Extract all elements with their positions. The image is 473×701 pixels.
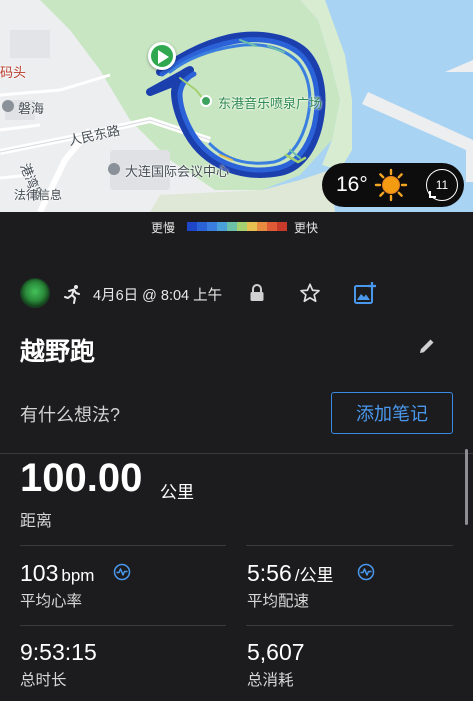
divider [0, 453, 473, 454]
legend-color-segment [277, 222, 287, 231]
pace-legend: 更慢 更快 [0, 212, 473, 244]
start-marker-icon[interactable] [148, 42, 176, 70]
avg-heart-rate-value: 103 bpm [20, 560, 94, 587]
map-label-panhai: 磐海 [18, 101, 45, 116]
divider [246, 545, 453, 546]
poi-icon [2, 100, 14, 112]
map-label-fazhi: 法律信息 [14, 188, 63, 202]
pace-info-icon[interactable] [357, 563, 375, 581]
weather-badge[interactable]: 16° 11 [322, 163, 464, 207]
poi-park-icon [200, 95, 212, 107]
wind-icon: 11 [426, 169, 458, 201]
avg-pace-label: 平均配速 [247, 593, 310, 610]
calories-value: 5,607 [247, 639, 305, 665]
map-label-convention-center: 大连国际会议中心 [125, 164, 230, 179]
avg-heart-rate-unit: bpm [61, 566, 95, 585]
heart-rate-info-icon[interactable] [113, 563, 131, 581]
poi-icon [108, 163, 120, 175]
add-photo-icon[interactable] [353, 281, 377, 305]
divider [246, 625, 453, 626]
activity-title: 越野跑 [20, 338, 96, 366]
legend-color-segment [217, 222, 227, 231]
map-label-wharf: 码头 [0, 65, 27, 80]
distance-label: 距离 [20, 513, 53, 530]
legend-color-segment [247, 222, 257, 231]
legend-color-segment [267, 222, 277, 231]
sun-icon [374, 168, 407, 202]
avg-heart-rate-label: 平均心率 [20, 593, 83, 610]
wind-speed-text: 11 [435, 178, 449, 192]
activity-date: 4月6日 @ 8:04 上午 [93, 288, 223, 304]
legend-slow-label: 更慢 [151, 221, 176, 235]
distance-value: 100.00 [20, 456, 143, 500]
distance-unit: 公里 [160, 483, 194, 502]
calories-label: 总消耗 [247, 672, 294, 689]
avg-pace-value: 5:56/公里 [247, 560, 334, 587]
lock-icon[interactable] [249, 284, 265, 302]
legend-fast-label: 更快 [294, 221, 319, 235]
avg-pace-number: 5:56 [247, 560, 292, 586]
running-icon [64, 285, 80, 304]
route-map[interactable]: 码头 磐海 人民东路 港湾路 大连国际会议中心 东港音乐喷泉广场 法律信息 16… [0, 0, 473, 212]
activity-card: 4月6日 @ 8:04 上午 越野跑 有什么想法? 添加笔记 100.00 公里… [0, 244, 473, 701]
divider [20, 625, 226, 626]
legend-color-segment [187, 222, 197, 231]
add-note-button[interactable]: 添加笔记 [331, 392, 453, 434]
legend-color-segment [237, 222, 247, 231]
temperature-text: 16° [336, 173, 368, 196]
legend-color-segment [207, 222, 217, 231]
legend-color-segment [227, 222, 237, 231]
avg-heart-rate-number: 103 [20, 560, 59, 586]
total-time-value: 9:53:15 [20, 639, 97, 665]
legend-color-segment [197, 222, 207, 231]
thoughts-prompt[interactable]: 有什么想法? [20, 401, 120, 427]
scrollbar-thumb[interactable] [465, 449, 468, 525]
avatar[interactable] [20, 278, 50, 308]
map-label-fountain-square: 东港音乐喷泉广场 [218, 96, 323, 111]
wind-direction-icon [429, 191, 436, 198]
avg-pace-unit: /公里 [294, 566, 334, 585]
legend-gradient [187, 222, 287, 231]
legend-color-segment [257, 222, 267, 231]
edit-icon[interactable] [418, 337, 436, 355]
divider [20, 545, 226, 546]
star-icon[interactable] [299, 282, 321, 304]
total-time-label: 总时长 [20, 672, 67, 689]
